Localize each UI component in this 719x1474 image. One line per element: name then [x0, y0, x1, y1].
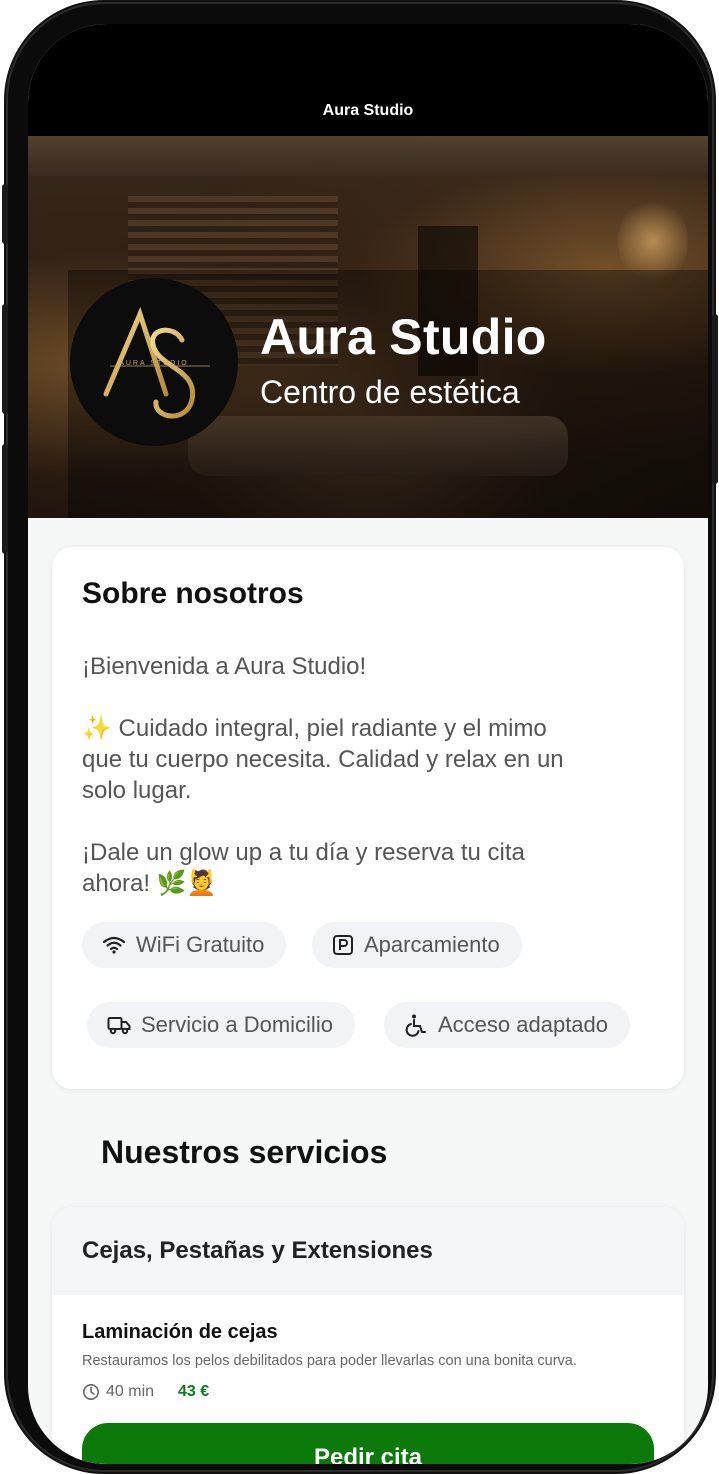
about-title: Sobre nosotros	[82, 577, 304, 610]
business-name: Aura Studio	[260, 309, 547, 365]
about-card: Sobre nosotros ¡Bienvenida a Aura Studio…	[52, 547, 684, 1089]
service-meta: 40 min 43 €	[82, 1383, 209, 1401]
about-line-4: ¡Dale un glow up a tu día y reserva tu c…	[82, 839, 525, 866]
about-line-1: ✨ Cuidado integral, piel radiante y el m…	[82, 715, 547, 742]
service-name: Laminación de cejas	[82, 1321, 278, 1343]
amenity-chip-wifi: WiFi Gratuito	[82, 922, 287, 968]
svg-text:AURA STUDIO: AURA STUDIO	[119, 360, 188, 367]
page-title: Aura Studio	[322, 102, 414, 119]
phone-power-button	[712, 314, 718, 484]
truck-icon	[107, 1017, 131, 1035]
wheelchair-icon	[405, 1014, 426, 1037]
business-category: Centro de estética	[260, 374, 520, 410]
service-price: 43 €	[178, 1383, 210, 1400]
service-category-card: Cejas, Pestañas y Extensiones Laminación…	[52, 1207, 684, 1464]
phone-side-button	[2, 184, 8, 244]
service-category-header[interactable]: Cejas, Pestañas y Extensiones	[52, 1207, 684, 1295]
parking-icon	[333, 935, 353, 955]
services-title: Nuestros servicios	[101, 1134, 388, 1170]
phone-frame: Aura Studio AURA STUDIO Aura Studio Cent…	[2, 4, 718, 1470]
about-welcome: ¡Bienvenida a Aura Studio!	[82, 653, 367, 680]
phone-volume-up-button	[2, 304, 8, 414]
wifi-icon	[102, 936, 126, 954]
clock-icon	[83, 1384, 99, 1400]
logo-monogram-icon: AURA STUDIO	[103, 306, 210, 419]
service-category-title: Cejas, Pestañas y Extensiones	[82, 1237, 433, 1264]
amenity-label: WiFi Gratuito	[136, 932, 265, 957]
amenity-label: Acceso adaptado	[438, 1012, 609, 1037]
service-description: Restauramos los pelos debilitados para p…	[82, 1353, 577, 1369]
about-line-3: solo lugar.	[82, 777, 192, 804]
business-logo: AURA STUDIO	[70, 278, 238, 446]
hero-banner: AURA STUDIO Aura Studio Centro de estéti…	[28, 136, 708, 518]
about-line-5: ahora! 🌿💆	[82, 870, 217, 897]
phone-volume-down-button	[2, 444, 8, 554]
top-bar: Aura Studio	[28, 24, 708, 136]
service-duration: 40 min	[106, 1383, 155, 1400]
app-screen: Aura Studio AURA STUDIO Aura Studio Cent…	[28, 24, 708, 1464]
amenity-label: Servicio a Domicilio	[141, 1012, 333, 1037]
amenity-chip-parking: Aparcamiento	[312, 922, 522, 968]
book-appointment-button[interactable]: Pedir cita	[82, 1423, 654, 1464]
amenity-chip-accessible: Acceso adaptado	[384, 1002, 631, 1048]
about-line-2: que tu cuerpo necesita. Calidad y relax …	[82, 746, 564, 773]
amenity-label: Aparcamiento	[364, 932, 500, 957]
hero-background	[28, 136, 708, 176]
amenity-chip-home-service: Servicio a Domicilio	[87, 1002, 355, 1048]
